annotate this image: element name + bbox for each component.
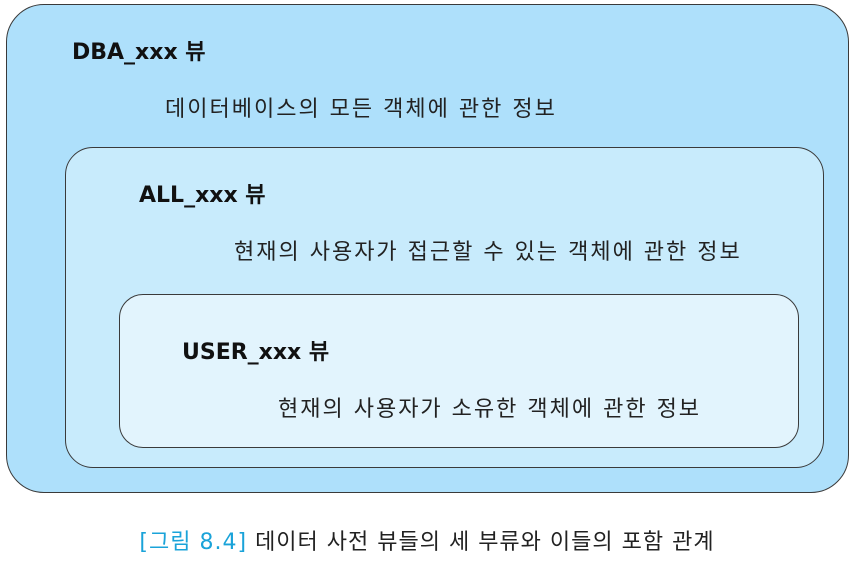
diagram-canvas: DBA_xxx 뷰 데이터베이스의 모든 객체에 관한 정보 ALL_xxx 뷰… — [0, 0, 854, 566]
figure-label: [그림 8.4] — [139, 530, 248, 555]
user-view-title: USER_xxx 뷰 — [182, 340, 330, 365]
dba-view-description: 데이터베이스의 모든 객체에 관한 정보 — [165, 97, 557, 122]
all-view-description: 현재의 사용자가 접근할 수 있는 객체에 관한 정보 — [234, 240, 742, 265]
figure-caption-text: 데이터 사전 뷰들의 세 부류와 이들의 포함 관계 — [255, 530, 715, 555]
dba-view-title: DBA_xxx 뷰 — [72, 40, 206, 65]
user-view-box — [119, 294, 799, 448]
user-view-description: 현재의 사용자가 소유한 객체에 관한 정보 — [278, 397, 702, 422]
all-view-title: ALL_xxx 뷰 — [139, 183, 266, 208]
figure-caption: [그림 8.4] 데이터 사전 뷰들의 세 부류와 이들의 포함 관계 — [0, 524, 854, 556]
